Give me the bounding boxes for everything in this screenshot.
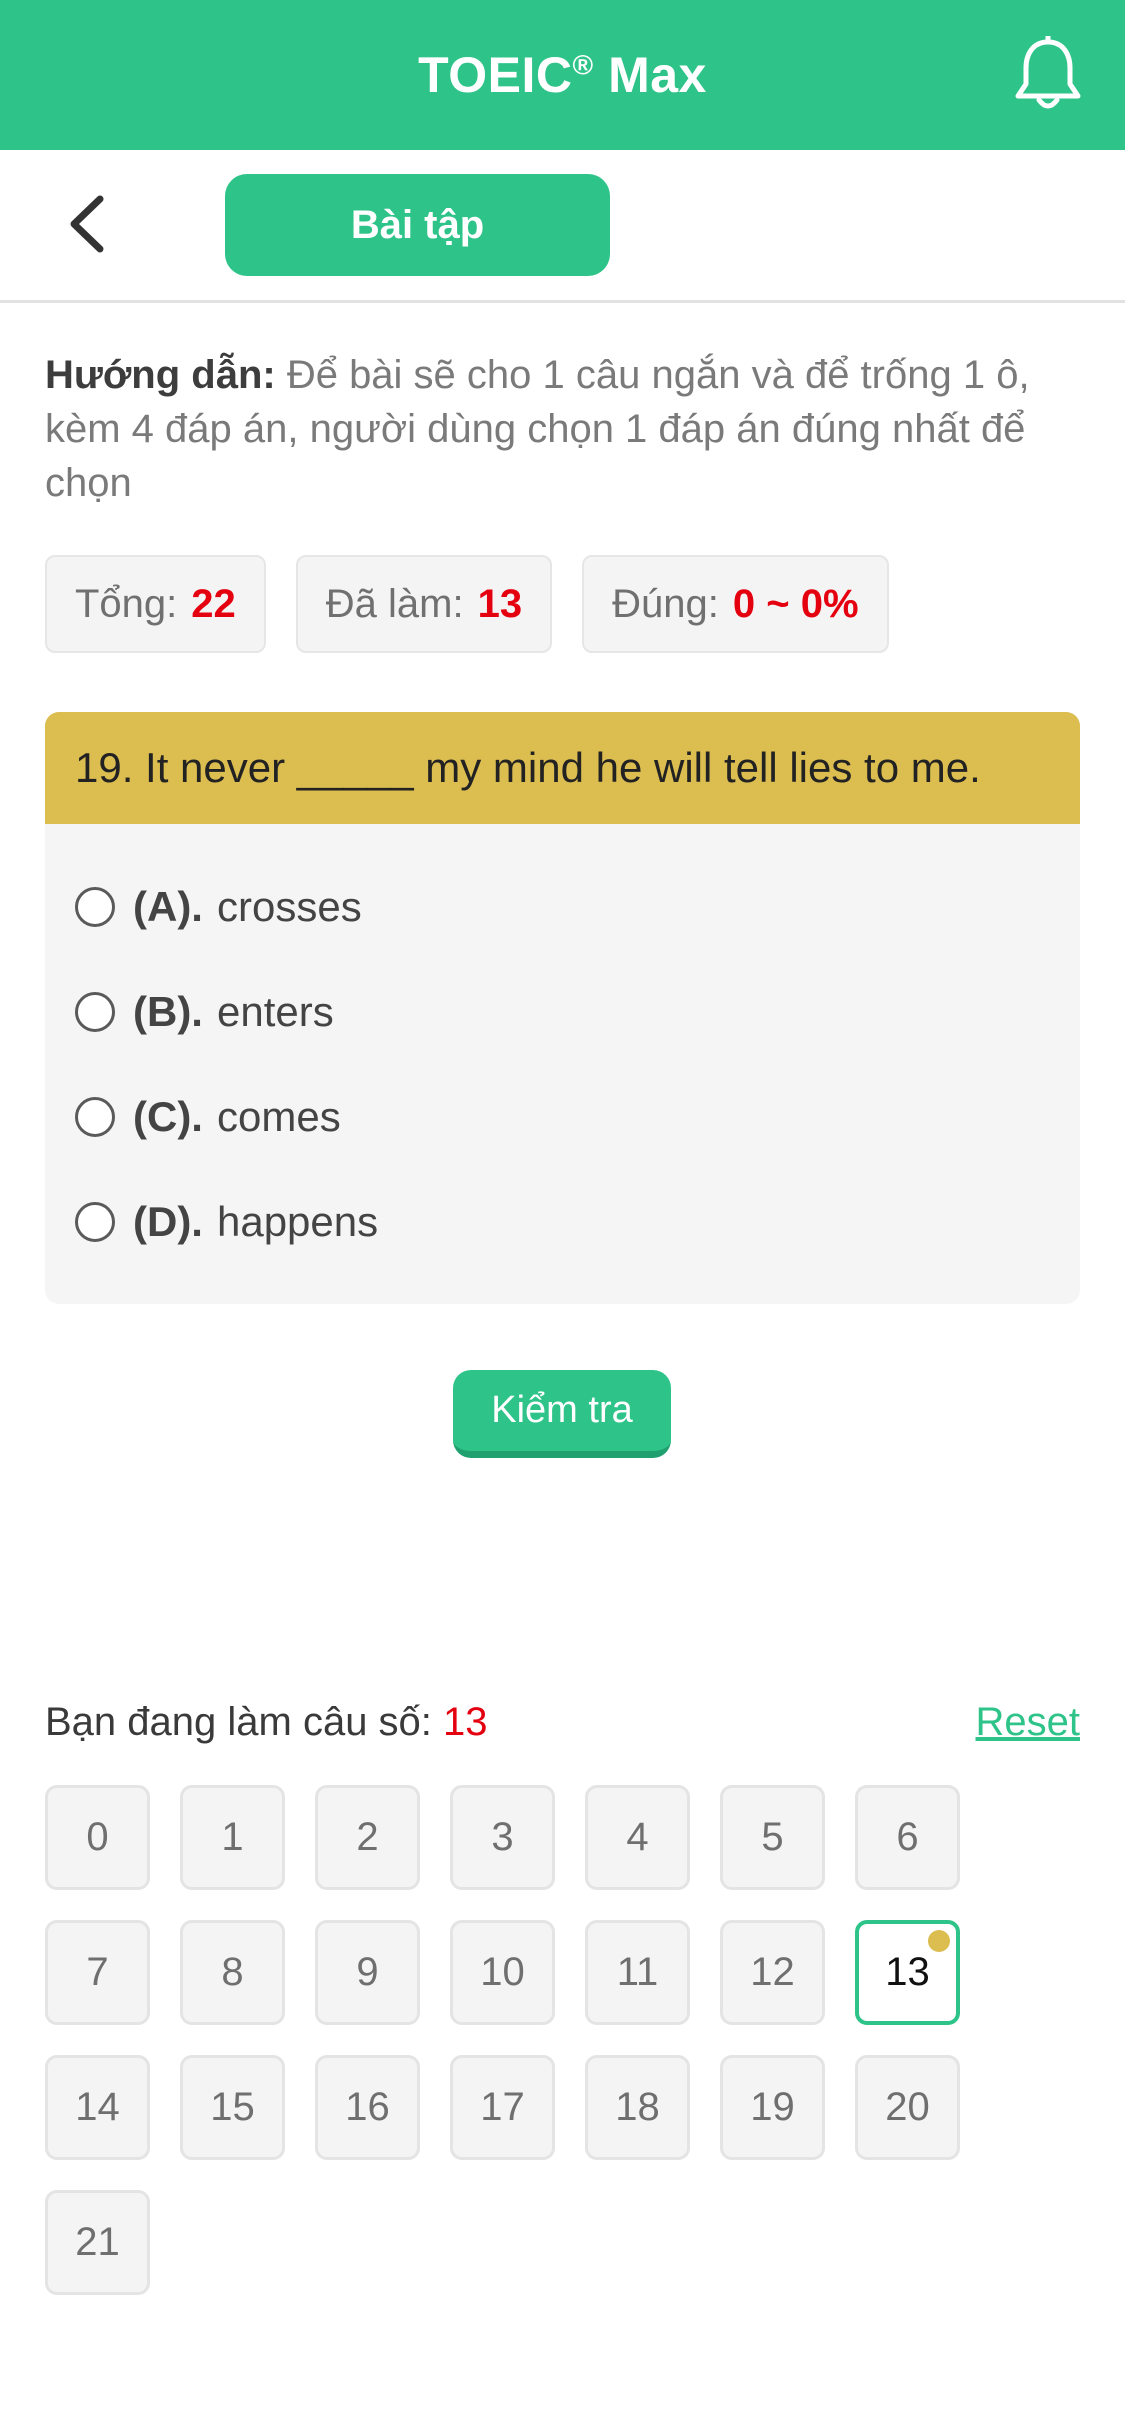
question-number-label: 0 [86, 1815, 109, 1859]
question-number-label: 15 [210, 2085, 255, 2129]
instructions: Hướng dẫn: Để bài sẽ cho 1 câu ngắn và đ… [45, 348, 1075, 510]
exercise-tab-button[interactable]: Bài tập [225, 174, 610, 276]
question-number-7[interactable]: 7 [45, 1920, 150, 2025]
question-number-label: 2 [356, 1815, 379, 1859]
sub-toolbar: Bài tập [0, 150, 1125, 303]
question-number-2[interactable]: 2 [315, 1785, 420, 1890]
question-text: 19. It never _____ my mind he will tell … [45, 712, 1080, 824]
question-number-label: 17 [480, 2085, 525, 2129]
stat-done: Đã làm: 13 [295, 555, 553, 653]
question-number-12[interactable]: 12 [720, 1920, 825, 2025]
question-number-label: 13 [885, 1950, 930, 1994]
stat-total: Tổng: 22 [45, 555, 266, 653]
question-number-label: 14 [75, 2085, 120, 2129]
question-number-21[interactable]: 21 [45, 2190, 150, 2295]
current-question-label: Bạn đang làm câu số: 13 [45, 1700, 488, 1744]
question-number-label: 9 [356, 1950, 379, 1994]
question-number-label: 10 [480, 1950, 525, 1994]
question-number-label: 8 [221, 1950, 244, 1994]
radio-icon[interactable] [75, 991, 115, 1032]
question-number-label: 1 [221, 1815, 244, 1859]
option-b[interactable]: (B). enters [45, 959, 1080, 1064]
app-header: TOEIC® Max [0, 0, 1125, 150]
current-indicator-dot [928, 1930, 950, 1952]
option-a[interactable]: (A). crosses [45, 854, 1080, 959]
question-number-19[interactable]: 19 [720, 2055, 825, 2160]
question-number-label: 7 [86, 1950, 109, 1994]
radio-icon[interactable] [75, 886, 115, 927]
app-title: TOEIC® Max [418, 47, 707, 103]
reset-link[interactable]: Reset [976, 1700, 1081, 1745]
chevron-left-icon[interactable] [62, 194, 112, 254]
question-number-1[interactable]: 1 [180, 1785, 285, 1890]
question-number-9[interactable]: 9 [315, 1920, 420, 2025]
question-number-label: 4 [626, 1815, 649, 1859]
question-number-15[interactable]: 15 [180, 2055, 285, 2160]
question-number-label: 20 [885, 2085, 930, 2129]
question-number-20[interactable]: 20 [855, 2055, 960, 2160]
question-number-4[interactable]: 4 [585, 1785, 690, 1890]
option-d[interactable]: (D). happens [45, 1169, 1080, 1274]
question-number-16[interactable]: 16 [315, 2055, 420, 2160]
instructions-label: Hướng dẫn: [45, 353, 276, 397]
question-number-14[interactable]: 14 [45, 2055, 150, 2160]
check-button[interactable]: Kiểm tra [453, 1370, 671, 1458]
stat-correct: Đúng: 0 ~ 0% [582, 555, 889, 653]
question-number-11[interactable]: 11 [585, 1920, 690, 2025]
question-number-label: 6 [896, 1815, 919, 1859]
option-c[interactable]: (C). comes [45, 1064, 1080, 1169]
question-number-label: 3 [491, 1815, 514, 1859]
question-number-label: 5 [761, 1815, 784, 1859]
question-number-8[interactable]: 8 [180, 1920, 285, 2025]
question-number-6[interactable]: 6 [855, 1785, 960, 1890]
question-number-grid: 0 1 2 3 4 5 6 7 8 9 10 11 12 13 14 15 16 17 18 19 20 21 [45, 1785, 1045, 2295]
radio-icon[interactable] [75, 1096, 115, 1137]
question-number-3[interactable]: 3 [450, 1785, 555, 1890]
question-card: 19. It never _____ my mind he will tell … [45, 712, 1080, 1304]
question-number-label: 19 [750, 2085, 795, 2129]
question-number-label: 18 [615, 2085, 660, 2129]
question-number-13[interactable]: 13 [855, 1920, 960, 2025]
question-number-label: 12 [750, 1950, 795, 1994]
question-number-17[interactable]: 17 [450, 2055, 555, 2160]
question-number-10[interactable]: 10 [450, 1920, 555, 2025]
question-number-label: 21 [75, 2220, 120, 2264]
question-number-5[interactable]: 5 [720, 1785, 825, 1890]
question-number-18[interactable]: 18 [585, 2055, 690, 2160]
question-number-label: 11 [616, 1950, 659, 1994]
stats-row: Tổng: 22 Đã làm: 13 Đúng: 0 ~ 0% [45, 555, 889, 653]
question-number-0[interactable]: 0 [45, 1785, 150, 1890]
question-number-label: 16 [345, 2085, 390, 2129]
radio-icon[interactable] [75, 1201, 115, 1242]
bell-icon[interactable] [1013, 36, 1083, 112]
